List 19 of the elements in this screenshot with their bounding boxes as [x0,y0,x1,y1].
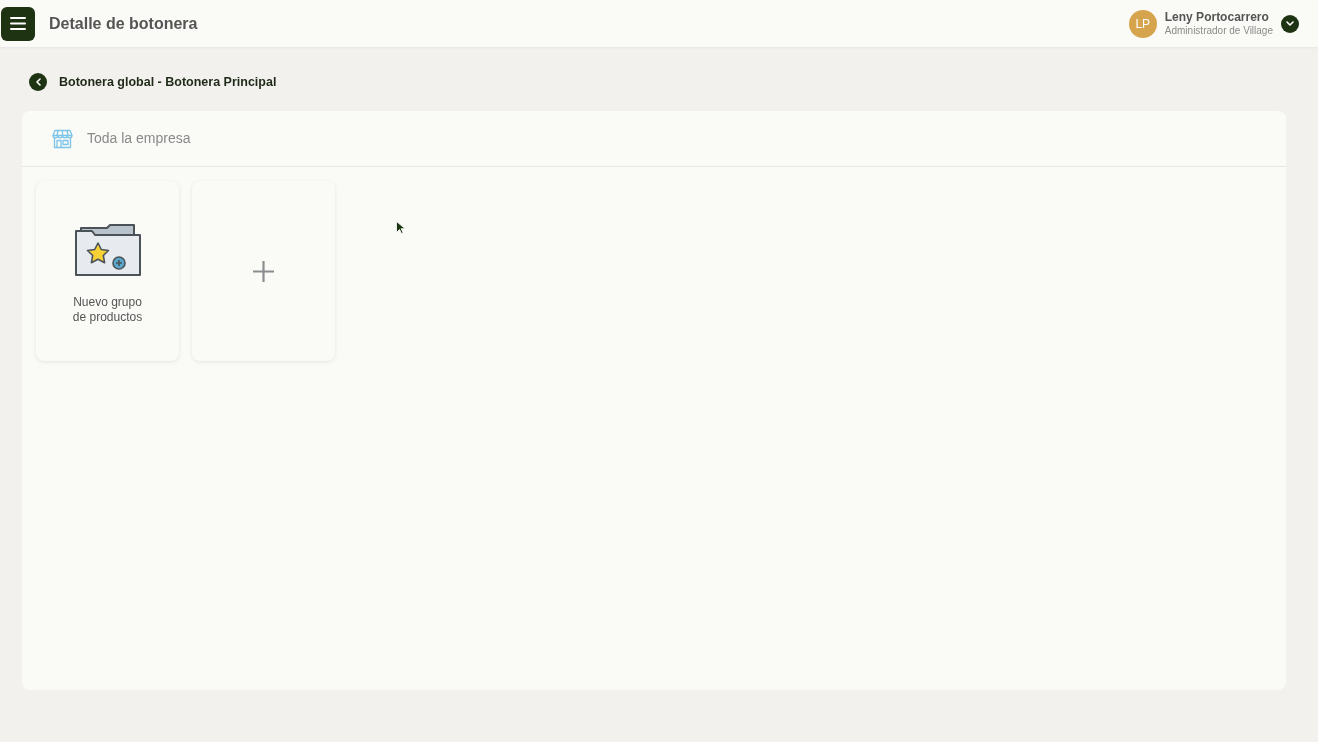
back-button[interactable] [29,73,47,91]
chevron-left-icon [35,78,41,86]
page-title: Detalle de botonera [49,13,198,34]
menu-icon [10,17,26,30]
plus-icon [252,259,275,283]
user-avatar: LP [1128,9,1157,38]
folder-star-icon [74,223,141,277]
scope-label: Toda la empresa [87,129,191,148]
add-tile-button[interactable] [192,181,335,361]
breadcrumb-title: Botonera global - Botonera Principal [59,74,277,91]
chevron-down-icon [1286,21,1294,26]
tile-label: Nuevo grupo de productos [71,295,144,325]
mouse-pointer-icon [396,221,405,235]
product-group-tile[interactable]: Nuevo grupo de productos [36,181,179,361]
user-name: Leny Portocarrero [1164,9,1270,24]
user-role: Administrador de Village [1164,24,1273,38]
user-menu-button[interactable] [1281,14,1299,33]
store-icon [52,128,73,149]
menu-button[interactable] [1,6,35,41]
